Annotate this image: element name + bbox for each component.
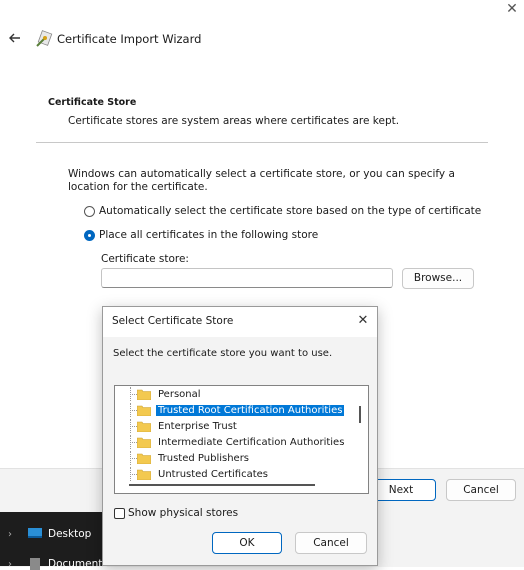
tree-item-trusted-publishers[interactable]: Trusted Publishers [115, 451, 251, 465]
desktop-icon [28, 528, 42, 538]
nav-item-label: Desktop [48, 528, 92, 540]
section-title: Certificate Store [48, 97, 137, 108]
nav-item-label: Documents [48, 558, 108, 570]
horizontal-scrollbar[interactable] [129, 484, 315, 486]
show-physical-stores[interactable]: Show physical stores [114, 507, 238, 519]
tree-item-trusted-root[interactable]: Trusted Root Certification Authorities [115, 403, 345, 417]
radio-auto-select[interactable]: Automatically select the certificate sto… [84, 205, 481, 217]
documents-icon [30, 558, 40, 570]
dialog-prompt: Select the certificate store you want to… [113, 348, 333, 359]
tree-item-enterprise-trust[interactable]: Enterprise Trust [115, 419, 239, 433]
radio-auto-label: Automatically select the certificate sto… [99, 205, 482, 217]
tree-item-intermediate[interactable]: Intermediate Certification Authorities [115, 435, 346, 449]
ok-button[interactable]: OK [212, 532, 282, 554]
folder-icon [137, 469, 151, 480]
close-icon[interactable]: ✕ [355, 313, 371, 328]
certificate-store-label: Certificate store: [101, 253, 189, 265]
dialog-titlebar: Select Certificate Store ✕ [103, 307, 377, 337]
dialog-title: Select Certificate Store [112, 315, 234, 327]
certificate-wizard-icon [36, 30, 53, 47]
chevron-right-icon[interactable]: › [8, 529, 18, 540]
certificate-store-tree[interactable]: Personal Trusted Root Certification Auth… [114, 385, 369, 494]
intro-text: Windows can automatically select a certi… [68, 168, 455, 193]
dialog-cancel-button[interactable]: Cancel [295, 532, 367, 554]
folder-icon [137, 421, 151, 432]
show-physical-checkbox[interactable] [114, 507, 125, 519]
folder-icon [137, 437, 151, 448]
folder-icon [137, 389, 151, 400]
radio-button-manual[interactable] [84, 229, 95, 241]
tree-item-personal[interactable]: Personal [115, 387, 203, 401]
show-physical-label: Show physical stores [128, 507, 239, 519]
radio-button-auto[interactable] [84, 205, 95, 217]
nav-item-documents[interactable]: › Documents [8, 558, 108, 570]
section-description: Certificate stores are system areas wher… [68, 115, 400, 127]
folder-icon [137, 453, 151, 464]
wizard-title: Certificate Import Wizard [57, 32, 202, 46]
browse-button[interactable]: Browse... [402, 268, 474, 289]
folder-icon [137, 405, 151, 416]
explorer-nav-pane: › Desktop › Documents [0, 512, 108, 570]
cancel-button[interactable]: Cancel [446, 479, 516, 501]
tree-item-untrusted[interactable]: Untrusted Certificates [115, 467, 270, 481]
select-certificate-store-dialog: Select Certificate Store ✕ Select the ce… [102, 306, 378, 566]
chevron-right-icon[interactable]: › [8, 559, 18, 570]
radio-place-in-store[interactable]: Place all certificates in the following … [84, 229, 318, 241]
nav-item-desktop[interactable]: › Desktop [8, 528, 91, 540]
back-arrow-icon[interactable] [7, 30, 23, 46]
close-icon[interactable]: ✕ [500, 0, 524, 18]
divider [36, 142, 488, 143]
radio-manual-label: Place all certificates in the following … [99, 229, 319, 241]
certificate-store-field[interactable] [101, 268, 393, 288]
vertical-scrollbar[interactable] [359, 406, 361, 423]
